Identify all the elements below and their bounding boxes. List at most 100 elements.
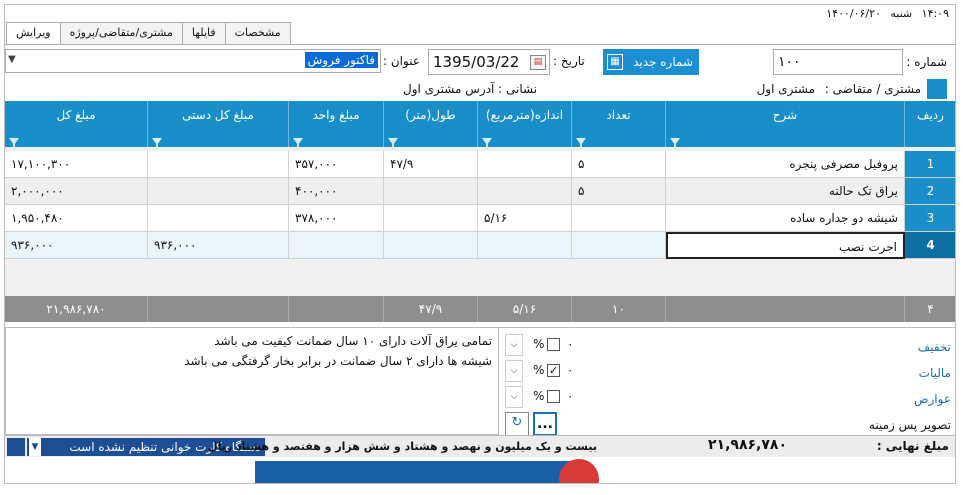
col-unit-text: مبلغ واحد xyxy=(312,108,360,122)
cell-total[interactable]: ۹۳۶,۰۰۰ xyxy=(5,232,148,259)
row-number[interactable]: 2 xyxy=(905,178,955,205)
discount-label[interactable]: تخفیف xyxy=(918,340,951,354)
calendar-icon[interactable]: ▤ xyxy=(530,55,546,70)
final-total-value: ۲۱,۹۸۶,۷۸۰ xyxy=(708,437,787,453)
browse-button[interactable]: ... xyxy=(533,412,557,436)
cell-length[interactable]: ۴۷/۹ xyxy=(384,151,478,178)
bottom-strip xyxy=(5,457,955,483)
duties-label[interactable]: عوارض xyxy=(914,392,951,406)
cell-total[interactable]: ۱,۹۵۰,۴۸۰ xyxy=(5,205,148,232)
footer-desc xyxy=(666,296,905,322)
cell-unit[interactable]: ۴۰۰,۰۰۰ xyxy=(289,178,384,205)
tab-edit[interactable]: ویرایش xyxy=(6,22,61,45)
cell-unit[interactable]: ۳۷۸,۰۰۰ xyxy=(289,205,384,232)
row-number[interactable]: 3 xyxy=(905,205,955,232)
col-manual-text: مبلغ کل دستی xyxy=(182,108,254,122)
cell-desc[interactable]: شیشه دو جداره ساده xyxy=(666,205,905,232)
percent-sign: % xyxy=(533,337,545,351)
duties-percent-checkbox[interactable] xyxy=(547,390,560,403)
col-length-text: طول(متر) xyxy=(405,108,456,122)
col-header-row[interactable]: ردیف xyxy=(905,101,955,147)
col-header-unit[interactable]: مبلغ واحد xyxy=(289,101,384,149)
date-value: 1395/03/22 xyxy=(433,53,520,71)
title-combo[interactable]: ▼ فاکتور فروش xyxy=(5,49,381,73)
cell-unit[interactable]: ۳۵۷,۰۰۰ xyxy=(289,151,384,178)
number-value: ۱۰۰ xyxy=(778,54,801,70)
cell-qty[interactable]: ۵ xyxy=(572,151,666,178)
cell-qty[interactable] xyxy=(572,205,666,232)
cell-desc-editing[interactable]: اجرت نصب xyxy=(666,232,905,259)
filter-icon[interactable] xyxy=(152,138,162,149)
row-number-selected[interactable]: 4 xyxy=(905,232,955,259)
cell-qty[interactable] xyxy=(572,232,666,259)
invoice-window: ۱۴:۰۹ شنبه ۱۴۰۰/۰۶/۲۰ مشخصات فایلها مشتر… xyxy=(4,4,956,484)
percent-sign: % xyxy=(533,389,545,403)
chevron-down-icon[interactable]: ⌵ xyxy=(505,334,523,356)
new-number-button[interactable]: ▦ شماره جدید xyxy=(603,49,699,75)
filter-icon[interactable] xyxy=(482,138,492,149)
calculator-icon[interactable] xyxy=(7,438,25,456)
footer-unit xyxy=(289,296,384,322)
cell-size[interactable] xyxy=(478,232,572,259)
col-row-text: ردیف xyxy=(917,108,944,122)
tax-percent-checkbox[interactable]: ✓ xyxy=(547,364,560,377)
footer-length: ۴۷/۹ xyxy=(384,296,478,322)
cell-total[interactable]: ۲,۰۰۰,۰۰۰ xyxy=(5,178,148,205)
chevron-down-icon[interactable]: ⌵ xyxy=(505,386,523,408)
cell-manual[interactable] xyxy=(148,205,289,232)
chevron-down-icon[interactable]: ▼ xyxy=(8,54,16,65)
cell-manual[interactable]: ۹۳۶,۰۰۰ xyxy=(148,232,289,259)
chevron-down-icon[interactable]: ⌵ xyxy=(505,360,523,382)
promo-banner xyxy=(255,461,575,483)
number-field[interactable]: ۱۰۰ xyxy=(773,49,903,75)
tab-specs[interactable]: مشخصات xyxy=(224,22,291,44)
customer-label: مشتری / متقاضی : xyxy=(824,82,921,96)
cell-desc[interactable]: یراق تک حالته xyxy=(666,178,905,205)
date-field[interactable]: 1395/03/22 ▤ xyxy=(428,49,550,75)
cell-size[interactable]: ۵/۱۶ xyxy=(478,205,572,232)
discount-percent-checkbox[interactable] xyxy=(547,338,560,351)
refresh-icon[interactable]: ↻ xyxy=(505,412,529,436)
footer-qty: ۱۰ xyxy=(572,296,666,322)
cell-length[interactable] xyxy=(384,178,478,205)
cell-length[interactable] xyxy=(384,205,478,232)
cell-manual[interactable] xyxy=(148,178,289,205)
col-header-size[interactable]: اندازه(مترمربع) xyxy=(478,101,572,149)
number-label: شماره : xyxy=(906,55,947,69)
tax-value: ۰ xyxy=(567,363,574,377)
cell-length[interactable] xyxy=(384,232,478,259)
cell-unit[interactable] xyxy=(289,232,384,259)
cell-manual[interactable] xyxy=(148,151,289,178)
filter-icon[interactable] xyxy=(576,138,586,149)
note-line: تمامی یراق آلات دارای ۱۰ سال ضمانت کیفیت… xyxy=(214,334,492,348)
tab-files[interactable]: فایلها xyxy=(181,22,226,44)
filter-icon[interactable] xyxy=(388,138,398,149)
clock-time: ۱۴:۰۹ xyxy=(921,7,949,20)
col-header-length[interactable]: طول(متر) xyxy=(384,101,478,149)
final-total-label: مبلغ نهایی : xyxy=(876,439,949,453)
chevron-down-icon[interactable]: ▼ xyxy=(29,438,41,456)
cell-size[interactable] xyxy=(478,151,572,178)
col-header-desc[interactable]: شرح xyxy=(666,101,905,149)
col-header-manual[interactable]: مبلغ کل دستی xyxy=(148,101,289,149)
tax-label[interactable]: مالیات xyxy=(919,366,951,380)
filter-icon[interactable] xyxy=(670,138,680,149)
tab-customer-project[interactable]: مشتری/متقاضی/پروژه xyxy=(59,22,183,44)
cell-total[interactable]: ۱۷,۱۰۰,۳۰۰ xyxy=(5,151,148,178)
row-number[interactable]: 1 xyxy=(905,151,955,178)
filter-icon[interactable] xyxy=(293,138,303,149)
tab-divider xyxy=(5,44,955,45)
col-qty-text: تعداد xyxy=(606,108,631,122)
cell-size[interactable] xyxy=(478,178,572,205)
col-header-qty[interactable]: تعداد xyxy=(572,101,666,149)
col-header-total[interactable]: مبلغ کل xyxy=(5,101,148,149)
tax-row: ⌵ % ✓ ۰ xyxy=(505,360,575,382)
filter-icon[interactable] xyxy=(9,138,19,149)
background-image-label: تصویر پس زمینه xyxy=(868,418,951,432)
notes-textarea[interactable]: تمامی یراق آلات دارای ۱۰ سال ضمانت کیفیت… xyxy=(5,327,499,435)
col-desc-text: شرح xyxy=(772,108,798,122)
customer-lookup-icon[interactable] xyxy=(927,79,947,99)
cell-desc[interactable]: پروفیل مصرفی پنجره xyxy=(666,151,905,178)
discount-row: ⌵ % ۰ xyxy=(505,334,575,356)
cell-qty[interactable]: ۵ xyxy=(572,178,666,205)
